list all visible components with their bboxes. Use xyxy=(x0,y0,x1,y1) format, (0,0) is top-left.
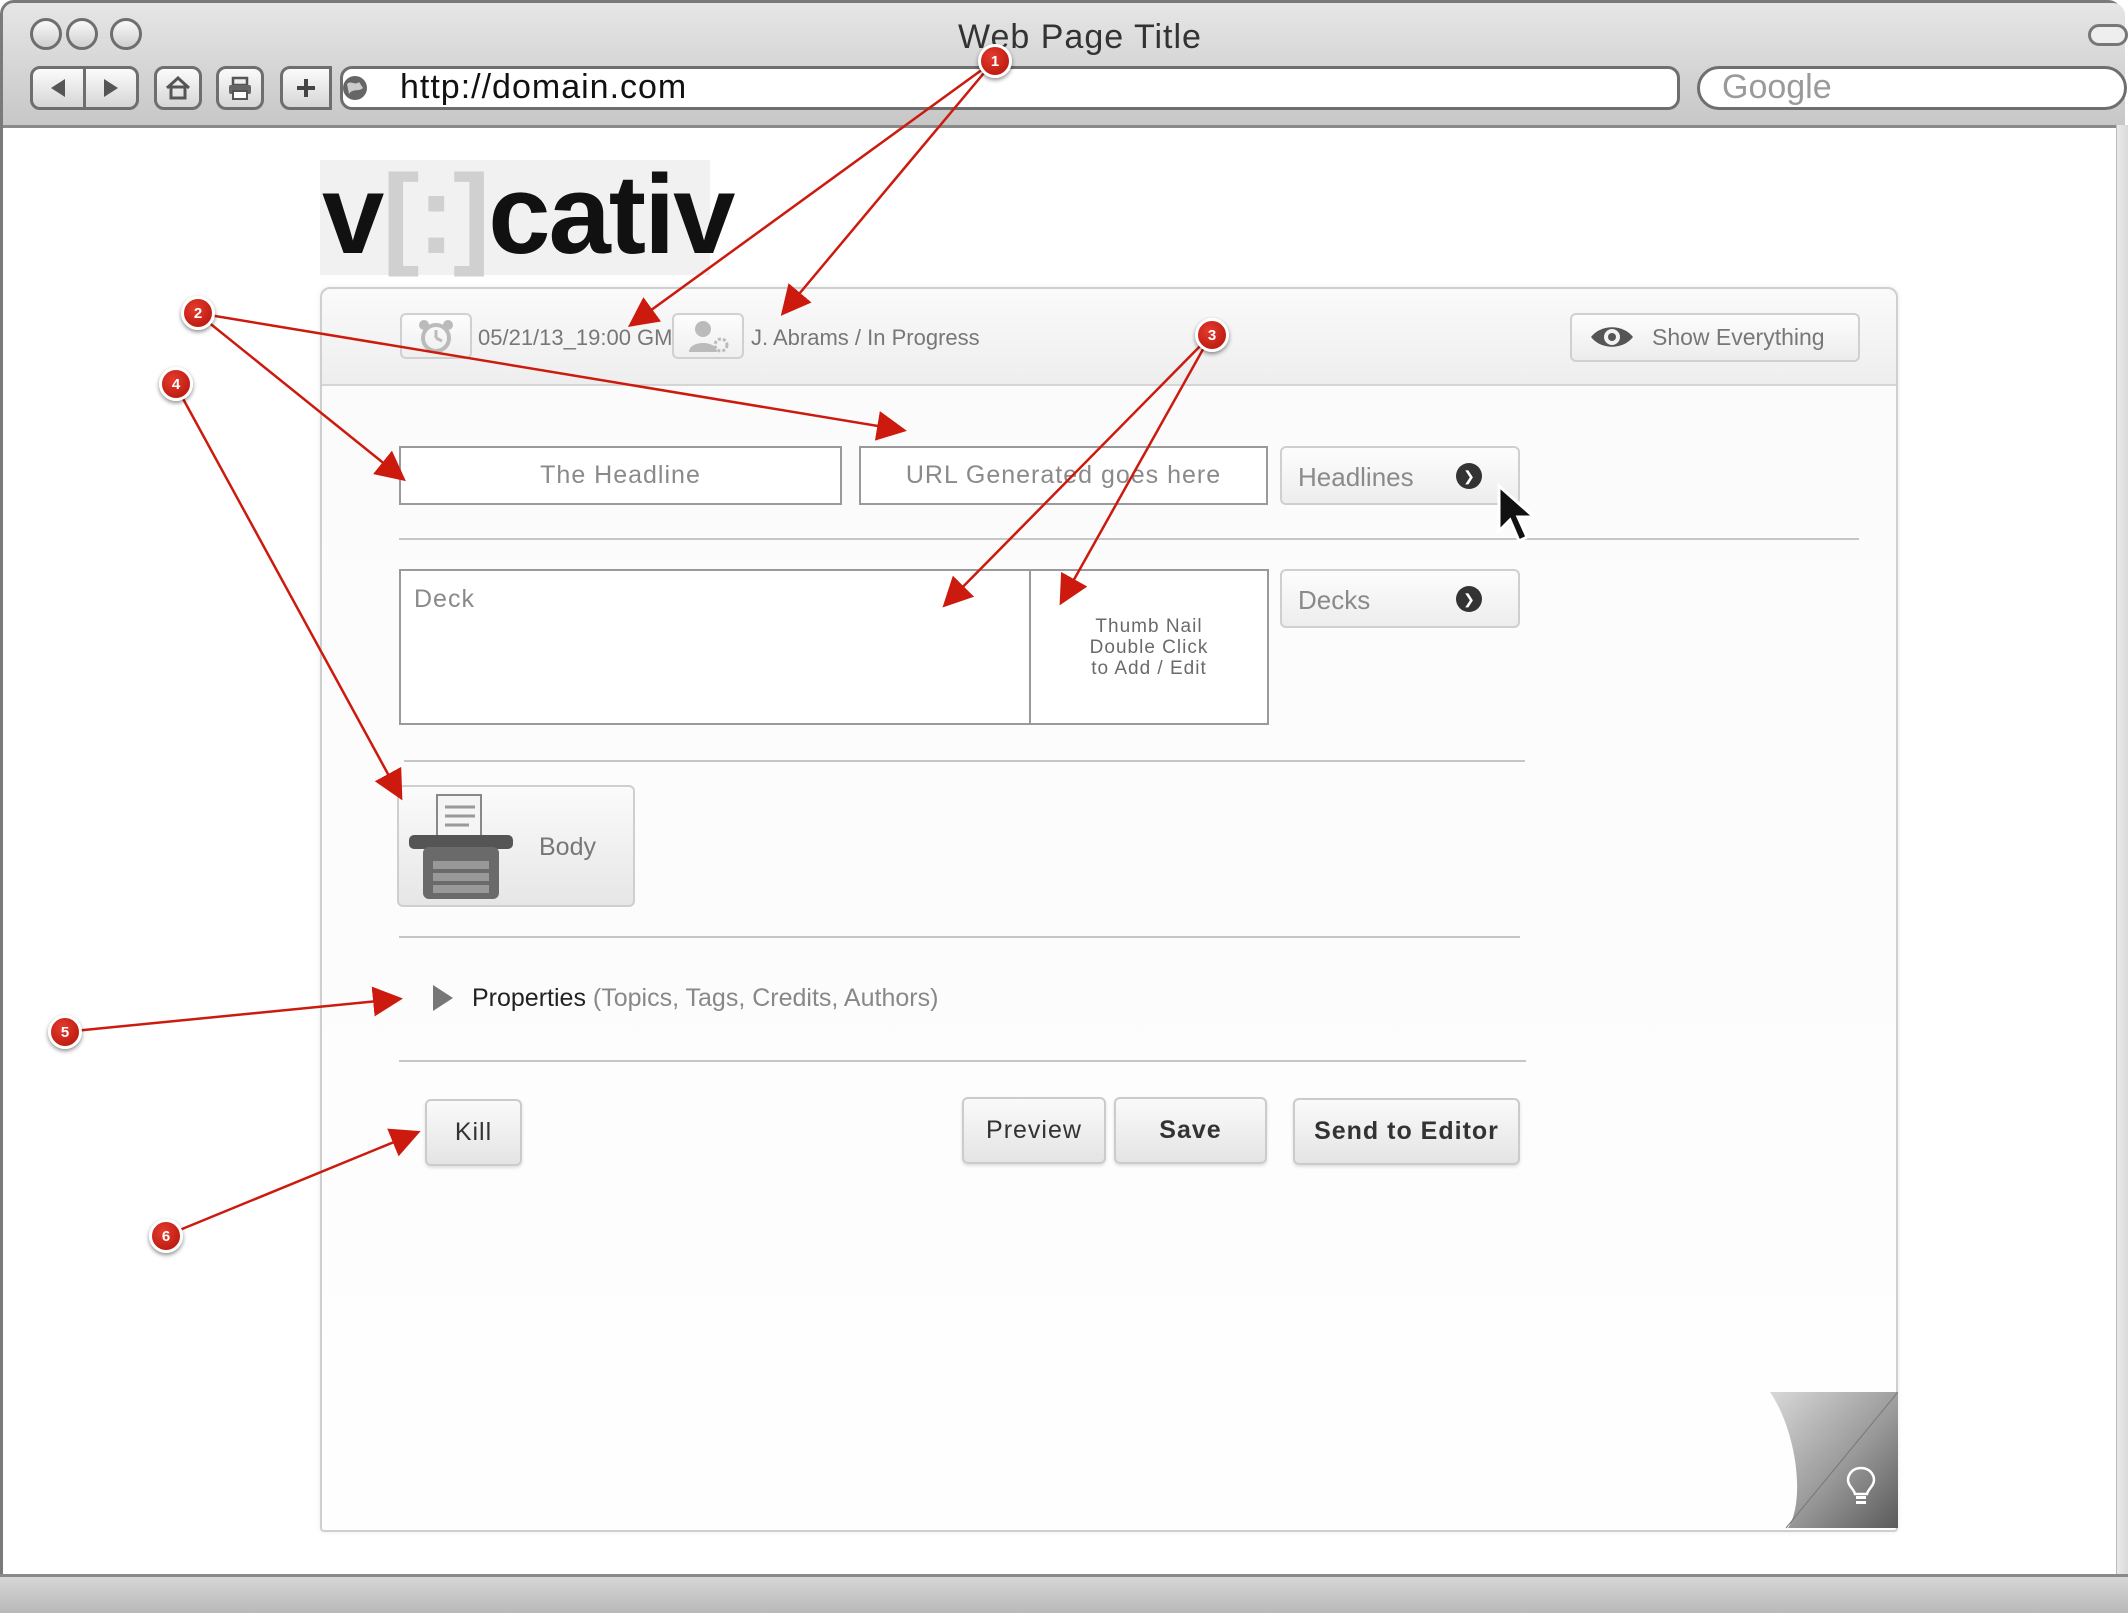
back-button[interactable] xyxy=(30,66,86,110)
headline-input[interactable]: The Headline xyxy=(399,446,842,505)
author-status: J. Abrams / In Progress xyxy=(751,325,980,350)
annotation-marker-2: 2 xyxy=(181,296,215,330)
deck-textarea[interactable]: Deck xyxy=(399,569,1031,725)
author-settings-button[interactable] xyxy=(672,313,744,359)
thumbnail-line-2: Double Click xyxy=(1089,637,1209,658)
forward-button[interactable] xyxy=(83,66,139,110)
annotation-marker-1: 1 xyxy=(978,44,1012,78)
toolbar-toggle-button[interactable] xyxy=(2088,24,2128,46)
scheduled-timestamp: 05/21/13_19:00 GMT xyxy=(478,325,686,350)
print-button[interactable] xyxy=(216,66,264,110)
annotation-marker-4: 4 xyxy=(159,367,193,401)
chevron-down-icon: ❯ xyxy=(1456,586,1482,612)
forward-arrow-icon xyxy=(104,79,118,97)
kill-button[interactable]: Kill xyxy=(425,1099,522,1166)
properties-label: Properties xyxy=(472,984,586,1012)
body-label: Body xyxy=(539,833,596,861)
window-title: Web Page Title xyxy=(958,18,1202,56)
url-text[interactable]: http://domain.com xyxy=(400,68,687,107)
user-settings-icon xyxy=(689,321,729,353)
decks-dropdown-label: Decks xyxy=(1298,585,1371,615)
properties-hint: (Topics, Tags, Credits, Authors) xyxy=(592,984,939,1012)
page-curl-help[interactable] xyxy=(1766,1390,1898,1530)
globe-icon xyxy=(341,74,369,107)
headlines-dropdown-label: Headlines xyxy=(1298,462,1414,492)
vocativ-logo: v[:]cativ xyxy=(322,152,735,277)
show-everything-label: Show Everything xyxy=(1652,324,1825,350)
deck-placeholder: Deck xyxy=(414,585,475,613)
thumbnail-box[interactable]: Thumb Nail Double Click to Add / Edit xyxy=(1029,569,1269,725)
thumbnail-line-3: to Add / Edit xyxy=(1091,658,1207,679)
home-button[interactable] xyxy=(154,66,202,110)
properties-toggle[interactable]: Properties (Topics, Tags, Credits, Autho… xyxy=(472,984,938,1013)
annotation-marker-5: 5 xyxy=(48,1015,82,1049)
schedule-button[interactable] xyxy=(400,313,472,359)
vertical-scrollbar[interactable] xyxy=(2116,125,2128,1575)
divider xyxy=(399,538,1859,540)
annotation-marker-3: 3 xyxy=(1195,318,1229,352)
annotation-marker-6: 6 xyxy=(149,1219,183,1253)
divider xyxy=(404,760,1525,762)
alarm-clock-icon xyxy=(419,320,453,353)
typewriter-icon xyxy=(409,794,513,899)
lightbulb-icon xyxy=(1846,1466,1876,1504)
chevron-down-icon: ❯ xyxy=(1456,463,1482,489)
search-placeholder[interactable]: Google xyxy=(1722,68,1832,107)
preview-button[interactable]: Preview xyxy=(962,1097,1106,1164)
url-slug-field[interactable]: URL Generated goes here xyxy=(859,446,1268,505)
plus-icon xyxy=(297,79,315,97)
send-to-editor-button[interactable]: Send to Editor xyxy=(1293,1098,1520,1165)
home-icon xyxy=(165,76,191,100)
save-button[interactable]: Save xyxy=(1114,1097,1267,1164)
disclosure-triangle-icon[interactable] xyxy=(431,983,455,1018)
status-bar xyxy=(0,1574,2128,1613)
decks-dropdown[interactable]: Decks ❯ xyxy=(1280,569,1520,628)
divider xyxy=(399,936,1520,938)
divider xyxy=(399,1060,1526,1062)
add-bookmark-button[interactable] xyxy=(280,66,332,110)
printer-icon xyxy=(229,76,251,100)
headlines-dropdown[interactable]: Headlines ❯ xyxy=(1280,446,1520,505)
back-arrow-icon xyxy=(51,79,65,97)
mouse-cursor-icon xyxy=(1497,483,1538,544)
body-editor-button[interactable]: Body xyxy=(397,785,635,907)
thumbnail-line-1: Thumb Nail xyxy=(1095,616,1203,637)
eye-icon xyxy=(1589,322,1635,357)
